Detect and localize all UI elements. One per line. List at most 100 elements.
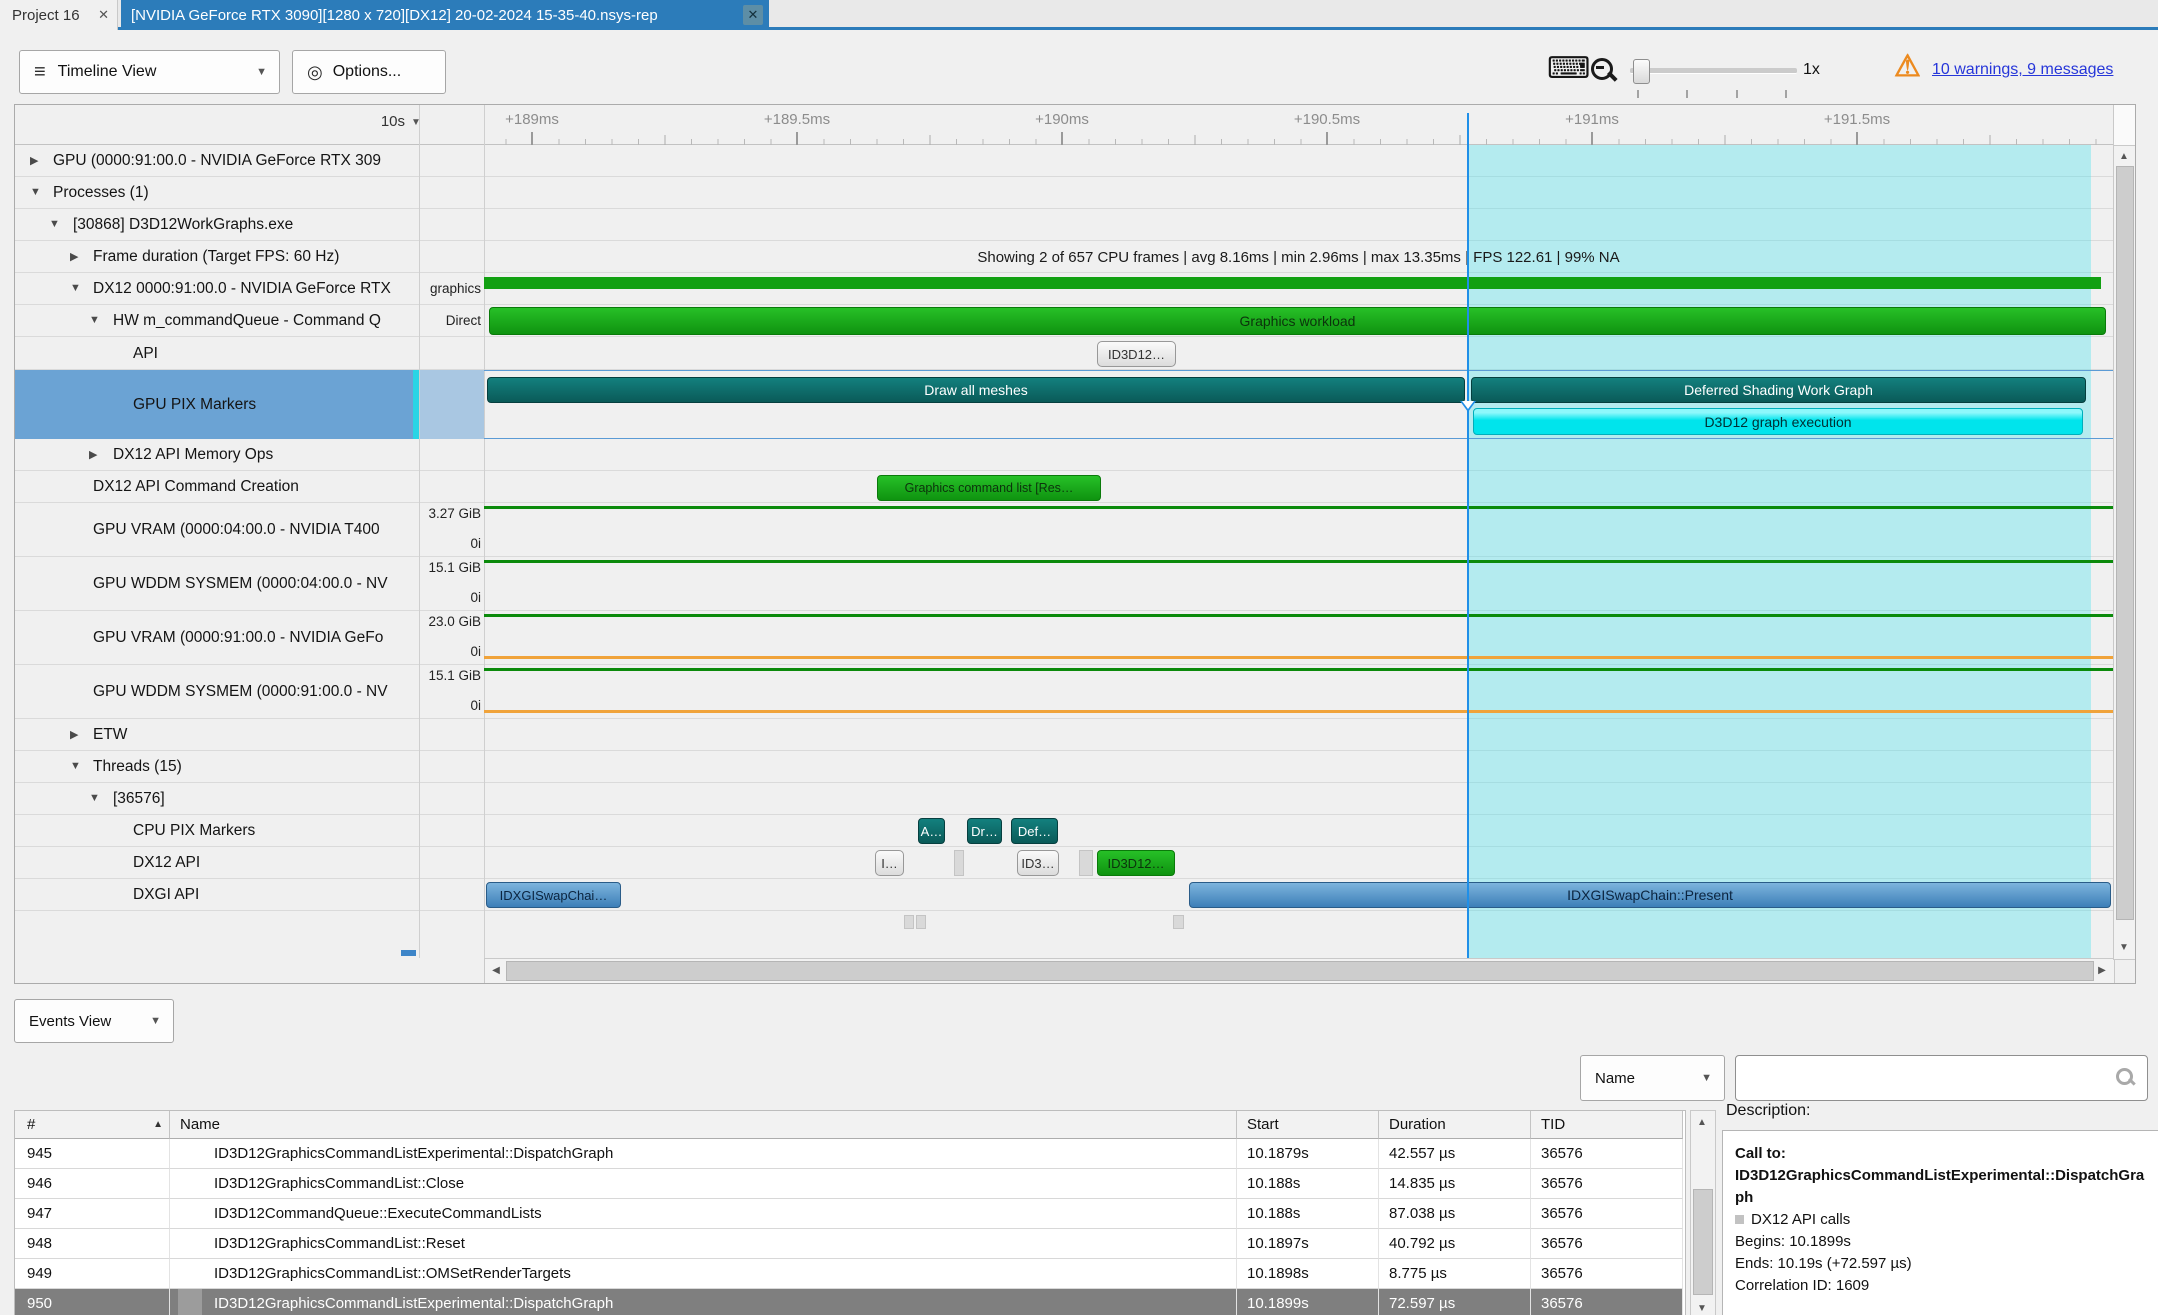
ruler-strip: +189ms +189.5ms +190ms +190.5ms +191ms +… <box>484 105 2113 145</box>
tree-row-thread-36576[interactable]: ▼ [36576] <box>15 783 2136 815</box>
tab-report[interactable]: [NVIDIA GeForce RTX 3090][1280 x 720][DX… <box>121 0 769 30</box>
chevron-down-icon: ▼ <box>150 1015 173 1027</box>
expander-expanded-icon[interactable]: ▼ <box>89 314 100 326</box>
keyboard-shortcuts-icon[interactable]: ⌨ <box>1547 54 1590 84</box>
tree-row-api[interactable]: API <box>15 337 2136 370</box>
column-separator[interactable] <box>484 105 485 958</box>
cell-num: 945 <box>27 1145 52 1162</box>
dx12-api-tiny-bar[interactable] <box>954 850 964 876</box>
dxgi-present-bar[interactable]: IDXGISwapChain::Present <box>1189 882 2111 908</box>
tree-row-memory-ops[interactable]: ▶ DX12 API Memory Ops <box>15 439 2136 471</box>
api-call-chip[interactable]: ID3D12… <box>1097 341 1176 367</box>
expander-collapsed-icon[interactable]: ▶ <box>70 728 78 741</box>
table-row[interactable]: 949 ID3D12GraphicsCommandList::OMSetRend… <box>15 1259 1685 1289</box>
draw-all-meshes-bar[interactable]: Draw all meshes <box>487 377 1465 403</box>
cell-start: 10.1898s <box>1247 1265 1309 1282</box>
memory-min-value: 0i <box>413 590 481 605</box>
filter-column-selector[interactable]: Name ▼ <box>1580 1055 1725 1101</box>
timeline-hscrollbar[interactable]: ◀ ▶ <box>484 958 2115 984</box>
tree-row-threads[interactable]: ▼ Threads (15) <box>15 751 2136 783</box>
events-vscrollbar[interactable]: ▲ ▼ <box>1690 1110 1716 1315</box>
tab-project-close-icon[interactable]: ✕ <box>98 7 109 23</box>
expander-expanded-icon[interactable]: ▼ <box>30 186 41 198</box>
cpu-pix-chip[interactable]: Dr… <box>967 818 1002 844</box>
tab-bar: Project 16 ✕ [NVIDIA GeForce RTX 3090][1… <box>0 0 2158 30</box>
vscroll-thumb[interactable] <box>2116 166 2134 920</box>
dx12-api-tiny-bar[interactable] <box>1079 850 1093 876</box>
sysmem-t400-graph-line <box>484 560 2113 563</box>
timeline-view-selector[interactable]: ≡ Timeline View ▼ <box>19 50 280 94</box>
header-label: Start <box>1247 1116 1279 1133</box>
tree-row-sysmem-t400[interactable]: GPU WDDM SYSMEM (0000:04:00.0 - NV 15.1 … <box>15 557 2136 611</box>
table-row[interactable]: 946 ID3D12GraphicsCommandList::Close 10.… <box>15 1169 1685 1199</box>
dxgi-swapchain-chip[interactable]: IDXGISwapChai… <box>486 882 621 908</box>
warnings-messages-link[interactable]: 10 warnings, 9 messages <box>1932 61 2113 79</box>
tree-row-dx12-api[interactable]: DX12 API <box>15 847 2136 879</box>
cpu-pix-chip[interactable]: A… <box>918 818 945 844</box>
description-call-name: ID3D12GraphicsCommandListExperimental::D… <box>1735 1165 2147 1209</box>
options-button[interactable]: ◎ Options... <box>292 50 446 94</box>
events-table: # ▲ Name Start Duration TID 945 ID3D12Gr… <box>14 1110 1686 1315</box>
tree-row-gpu[interactable]: ▶ GPU (0000:91:00.0 - NVIDIA GeForce RTX… <box>15 145 2136 177</box>
expander-expanded-icon[interactable]: ▼ <box>49 218 60 230</box>
expander-expanded-icon[interactable]: ▼ <box>70 282 81 294</box>
tree-row-processes[interactable]: ▼ Processes (1) <box>15 177 2136 209</box>
scroll-left-icon[interactable]: ◀ <box>487 959 505 981</box>
vscroll-thumb[interactable] <box>1693 1189 1713 1295</box>
tree-row-etw[interactable]: ▶ ETW <box>15 719 2136 751</box>
column-header-name[interactable]: Name <box>170 1111 1237 1139</box>
scroll-down-icon[interactable]: ▼ <box>2114 939 2134 955</box>
description-begins: Begins: 10.1899s <box>1735 1231 2147 1253</box>
timeline-cursor-line[interactable] <box>1467 113 1469 958</box>
tab-project[interactable]: Project 16 ✕ <box>0 0 118 30</box>
scroll-up-icon[interactable]: ▲ <box>2114 148 2134 164</box>
memory-max-value: 3.27 GiB <box>413 506 481 521</box>
graph-execution-bar[interactable]: D3D12 graph execution <box>1473 408 2083 435</box>
timeline-vscrollbar[interactable]: ▲ ▼ <box>2113 145 2136 960</box>
hscroll-thumb[interactable] <box>506 961 2094 981</box>
dx12-api-chip[interactable]: I… <box>875 850 904 876</box>
deferred-shading-bar[interactable]: Deferred Shading Work Graph <box>1471 377 2086 403</box>
scroll-down-icon[interactable]: ▼ <box>1691 1299 1713 1315</box>
dx12-api-chip[interactable]: ID3… <box>1017 850 1059 876</box>
expander-expanded-icon[interactable]: ▼ <box>89 792 100 804</box>
expander-expanded-icon[interactable]: ▼ <box>70 760 81 772</box>
column-header-start[interactable]: Start <box>1237 1111 1379 1139</box>
partial-row-mark[interactable] <box>1173 915 1184 929</box>
dx12-dispatch-chip[interactable]: ID3D12… <box>1097 850 1175 876</box>
partial-row-mark[interactable] <box>916 915 926 929</box>
partial-row-indicator <box>401 950 416 956</box>
table-row-selected[interactable]: 950 ID3D12GraphicsCommandListExperimenta… <box>15 1289 1685 1315</box>
timeline-ruler[interactable]: 10s ▼ +189ms +189.5ms +190ms +190.5ms +1… <box>15 105 2136 145</box>
column-header-duration[interactable]: Duration <box>1379 1111 1531 1139</box>
ruler-scale-label[interactable]: 10s <box>345 113 405 130</box>
column-header-tid[interactable]: TID <box>1531 1111 1683 1139</box>
tree-row-partial[interactable] <box>15 911 2136 958</box>
column-header-num[interactable]: # ▲ <box>15 1111 170 1139</box>
cpu-pix-chip[interactable]: Def… <box>1011 818 1058 844</box>
expander-collapsed-icon[interactable]: ▶ <box>70 250 78 263</box>
graphics-workload-bar[interactable]: Graphics workload <box>489 307 2106 335</box>
tree-row-process-exe[interactable]: ▼ [30868] D3D12WorkGraphs.exe <box>15 209 2136 241</box>
tree-row-cpu-pix-markers[interactable]: CPU PIX Markers <box>15 815 2136 847</box>
expander-collapsed-icon[interactable]: ▶ <box>89 448 97 461</box>
scroll-right-icon[interactable]: ▶ <box>2093 959 2111 981</box>
column-separator[interactable] <box>419 105 420 958</box>
table-row[interactable]: 945 ID3D12GraphicsCommandListExperimenta… <box>15 1139 1685 1169</box>
table-row[interactable]: 948 ID3D12GraphicsCommandList::Reset 10.… <box>15 1229 1685 1259</box>
event-search-field[interactable] <box>1735 1055 2148 1101</box>
zoom-slider-track[interactable] <box>1630 68 1797 74</box>
table-row[interactable]: 947 ID3D12CommandQueue::ExecuteCommandLi… <box>15 1199 1685 1229</box>
tab-report-close-icon[interactable]: ✕ <box>743 5 763 25</box>
tree-row-label: GPU PIX Markers <box>133 370 411 439</box>
expander-collapsed-icon[interactable]: ▶ <box>30 154 38 167</box>
dx12-activity-bar[interactable] <box>484 277 2101 289</box>
zoom-out-icon[interactable] <box>1591 58 1613 80</box>
tree-row-vram-t400[interactable]: GPU VRAM (0000:04:00.0 - NVIDIA T400 3.2… <box>15 503 2136 557</box>
command-list-chip[interactable]: Graphics command list [Res… <box>877 475 1101 501</box>
events-view-selector[interactable]: Events View ▼ <box>14 999 174 1043</box>
zoom-slider-thumb[interactable] <box>1633 59 1650 84</box>
partial-row-mark[interactable] <box>904 915 914 929</box>
memory-max-value: 23.0 GiB <box>413 614 481 629</box>
scroll-up-icon[interactable]: ▲ <box>1691 1113 1713 1131</box>
